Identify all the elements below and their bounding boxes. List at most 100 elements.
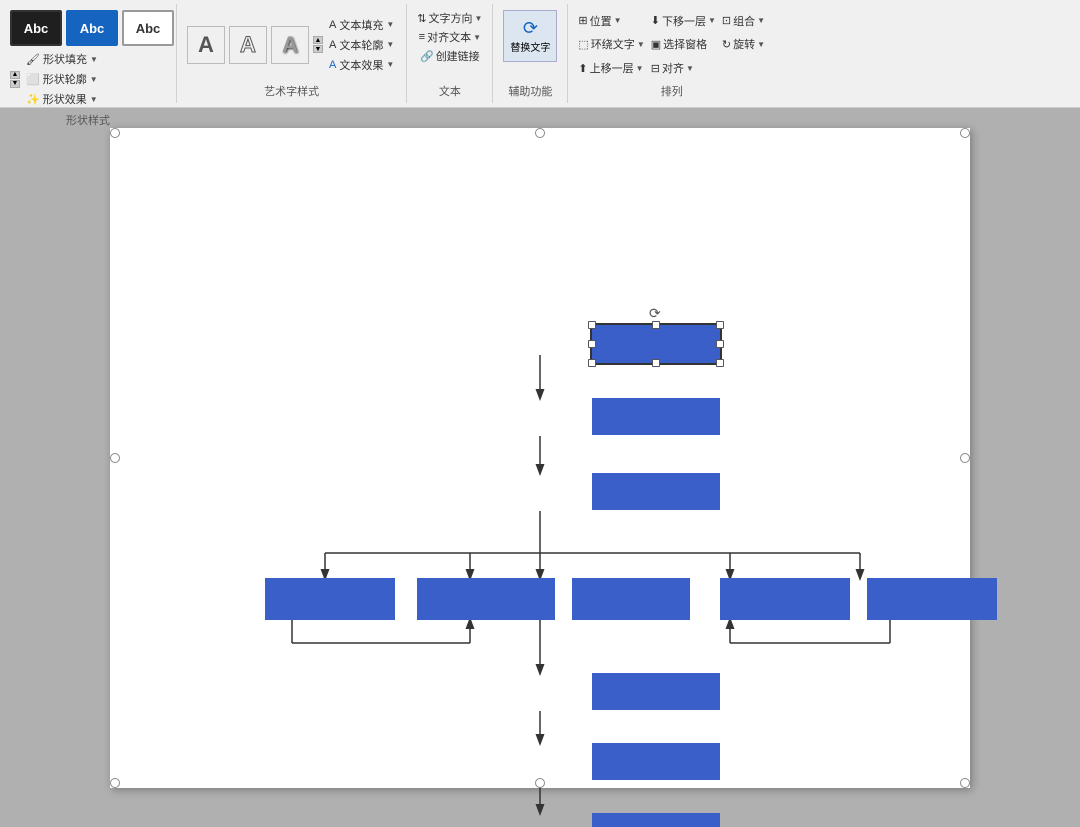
- move-front-icon: ⬆: [578, 62, 587, 75]
- art-box-shadow[interactable]: A: [271, 26, 309, 64]
- flowchart-box-2[interactable]: [592, 398, 720, 435]
- move-back-icon: ⬇: [651, 14, 660, 27]
- text-effect-item[interactable]: A 文本效果 ▼: [327, 56, 396, 74]
- text-link-label: 创建链接: [436, 48, 480, 64]
- text-outline-item[interactable]: A 文本轮廓 ▼: [327, 36, 396, 54]
- text-row-3: 🔗 创建链接: [420, 48, 480, 64]
- shape-box-dark-label: Abc: [24, 21, 49, 36]
- handle-tc[interactable]: [652, 321, 660, 329]
- art-letter-2: A: [240, 32, 256, 58]
- art-scroll-down[interactable]: ▼: [313, 45, 323, 53]
- shape-scrollbar[interactable]: ▲ ▼: [10, 71, 20, 88]
- flowchart-box-right2[interactable]: [867, 578, 997, 620]
- canvas-handle-br[interactable]: [960, 778, 970, 788]
- shape-box-blue-label: Abc: [80, 21, 105, 36]
- move-back-item[interactable]: ⬇ 下移一层 ▼: [651, 13, 716, 29]
- document-canvas[interactable]: ⟳: [110, 128, 970, 788]
- flowchart-box-3[interactable]: [592, 473, 720, 510]
- art-letter-1: A: [198, 32, 214, 58]
- shape-fill-item[interactable]: 🖌 形状填充 ▼: [24, 50, 100, 68]
- text-effect-arrow: ▼: [386, 60, 394, 69]
- move-back-arrow: ▼: [708, 16, 716, 25]
- text-direction-item[interactable]: ⇅ 文字方向 ▼: [417, 10, 482, 26]
- scroll-down-btn[interactable]: ▼: [10, 80, 20, 88]
- shape-outline-label: 形状轮廓: [43, 71, 87, 87]
- art-box-normal[interactable]: A: [187, 26, 225, 64]
- flowchart-svg: [110, 128, 970, 788]
- text-section-label: 文本: [439, 83, 461, 101]
- handle-tr[interactable]: [716, 321, 724, 329]
- text-effect-label: 文本效果: [339, 57, 383, 73]
- shape-style-label: 形状样式: [66, 112, 110, 130]
- canvas-handle-bl[interactable]: [110, 778, 120, 788]
- align-label: 对齐: [662, 60, 684, 76]
- group-item[interactable]: ⊡ 组合 ▼: [722, 13, 765, 29]
- art-scrollbar[interactable]: ▲ ▼: [313, 36, 323, 53]
- canvas-handle-right[interactable]: [960, 453, 970, 463]
- move-front-item[interactable]: ⬆ 上移一层 ▼: [578, 60, 644, 76]
- text-content: ⇅ 文字方向 ▼ ≡ 对齐文本 ▼ 🔗 创建链接: [415, 6, 484, 83]
- rotate-item[interactable]: ↻ 旋转 ▼: [722, 36, 765, 52]
- flowchart-box-10[interactable]: [592, 813, 720, 827]
- wrap-text-item[interactable]: ⬚ 环绕文字 ▼: [578, 36, 644, 52]
- canvas-area: ⟳: [0, 108, 1080, 827]
- replace-text-button[interactable]: ⟳ 替换文字: [503, 10, 557, 62]
- align-arrow: ▼: [686, 64, 694, 73]
- text-align-label: 对齐文本: [427, 29, 471, 45]
- flowchart-box-8[interactable]: [592, 673, 720, 710]
- align-icon: ⊟: [651, 62, 660, 75]
- handle-bc[interactable]: [652, 359, 660, 367]
- text-link-item[interactable]: 🔗 创建链接: [420, 48, 480, 64]
- rotate-handle[interactable]: ⟳: [649, 305, 663, 319]
- shape-outline-item[interactable]: ⬜ 形状轮廓 ▼: [24, 70, 100, 88]
- canvas-handle-tl[interactable]: [110, 128, 120, 138]
- handle-ml[interactable]: [588, 340, 596, 348]
- handle-bl[interactable]: [588, 359, 596, 367]
- text-direction-label: 文字方向: [428, 10, 472, 26]
- flowchart-box-left1[interactable]: [265, 578, 395, 620]
- canvas-handle-tr[interactable]: [960, 128, 970, 138]
- shape-box-white[interactable]: Abc: [122, 10, 174, 46]
- move-front-label: 上移一层: [590, 60, 634, 76]
- text-outline-icon: A: [329, 39, 336, 51]
- flowchart-box-9[interactable]: [592, 743, 720, 780]
- scroll-up-btn[interactable]: ▲: [10, 71, 20, 79]
- wrap-text-arrow: ▼: [637, 40, 645, 49]
- shape-effect-item[interactable]: ✨ 形状效果 ▼: [24, 90, 100, 108]
- text-fill-arrow: ▼: [386, 20, 394, 29]
- aux-label: 辅助功能: [508, 83, 552, 101]
- flowchart-box-right1[interactable]: [720, 578, 850, 620]
- selection-pane-item[interactable]: ▣ 选择窗格: [651, 36, 716, 52]
- shape-box-blue[interactable]: Abc: [66, 10, 118, 46]
- shape-outline-icon: ⬜: [26, 73, 40, 86]
- canvas-handle-left[interactable]: [110, 453, 120, 463]
- group-label: 组合: [733, 13, 755, 29]
- shape-box-dark[interactable]: Abc: [10, 10, 62, 46]
- align-item[interactable]: ⊟ 对齐 ▼: [651, 60, 716, 76]
- text-align-item[interactable]: ≡ 对齐文本 ▼: [419, 29, 481, 45]
- art-scroll-up[interactable]: ▲: [313, 36, 323, 44]
- move-front-arrow: ▼: [636, 64, 644, 73]
- flowchart-box-center[interactable]: [572, 578, 690, 620]
- text-fill-icon: A: [329, 19, 336, 31]
- flowchart-box-left2[interactable]: [417, 578, 555, 620]
- text-direction-arrow: ▼: [474, 14, 482, 23]
- shape-effect-arrow: ▼: [90, 95, 98, 104]
- text-link-icon: 🔗: [420, 50, 434, 63]
- position-item[interactable]: ⊞ 位置 ▼: [578, 13, 644, 29]
- shape-preview: Abc Abc Abc: [10, 10, 174, 46]
- canvas-handle-top[interactable]: [535, 128, 545, 138]
- canvas-handle-bottom[interactable]: [535, 778, 545, 788]
- art-style-content: A A A ▲ ▼ A 文本填充 ▼ A 文本轮廓: [185, 6, 398, 83]
- position-label: 位置: [590, 13, 612, 29]
- wrap-text-label: 环绕文字: [591, 36, 635, 52]
- art-box-outline[interactable]: A: [229, 26, 267, 64]
- shape-effect-label: 形状效果: [43, 91, 87, 107]
- text-fill-item[interactable]: A 文本填充 ▼: [327, 16, 396, 34]
- text-row-1: ⇅ 文字方向 ▼: [417, 10, 482, 26]
- handle-br[interactable]: [716, 359, 724, 367]
- handle-mr[interactable]: [716, 340, 724, 348]
- handle-tl[interactable]: [588, 321, 596, 329]
- flowchart-box-top[interactable]: ⟳: [592, 325, 720, 363]
- shape-style-section: Abc Abc Abc ▲ ▼ 🖌 形状填充 ▼: [0, 4, 177, 103]
